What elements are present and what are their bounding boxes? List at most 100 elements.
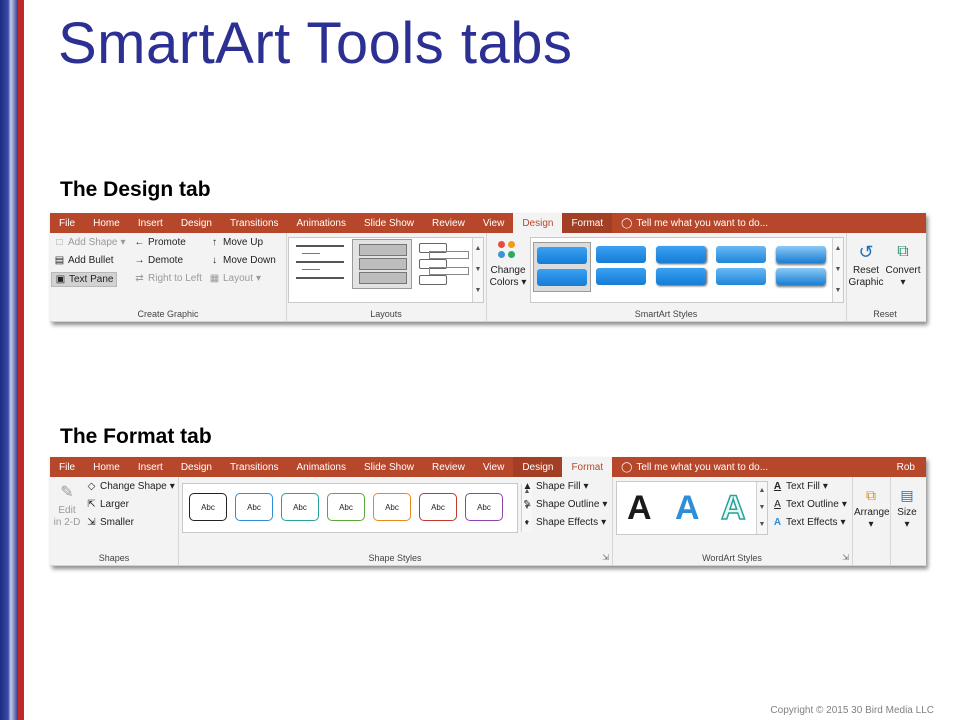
tab-design[interactable]: Design <box>172 213 221 233</box>
text-effects-button[interactable]: A Text Effects ▾ <box>772 517 846 528</box>
style-item-2[interactable] <box>593 242 649 290</box>
tab-insert[interactable]: Insert <box>129 213 172 233</box>
chevron-down-icon[interactable]: ▼ <box>757 499 767 516</box>
shape-style-item[interactable]: Abc <box>281 493 319 521</box>
reset-graphic-button[interactable]: ↺ Reset Graphic <box>848 239 884 289</box>
layout-item-bullet-list[interactable] <box>292 241 348 287</box>
format-ribbon-tabbar: File Home Insert Design Transitions Anim… <box>50 457 926 477</box>
demote-button[interactable]: → Demote <box>134 255 184 266</box>
tab-home[interactable]: Home <box>84 213 129 233</box>
shapes-group-label: Shapes <box>98 553 130 563</box>
tab-smartart-format[interactable]: Format <box>562 457 613 477</box>
tab-insert[interactable]: Insert <box>129 457 172 477</box>
shape-style-item[interactable]: Abc <box>373 493 411 521</box>
tab-smartart-format[interactable]: Format <box>562 213 613 233</box>
tab-animations[interactable]: Animations <box>288 213 355 233</box>
wordart-gallery: A A A ▲ ▼ ▼ <box>616 481 768 535</box>
style-item-1[interactable] <box>533 242 591 292</box>
move-up-button[interactable]: ↑ Move Up <box>209 237 263 248</box>
tab-home[interactable]: Home <box>84 457 129 477</box>
tab-animations[interactable]: Animations <box>288 457 355 477</box>
larger-label: Larger <box>100 499 129 510</box>
tab-transitions[interactable]: Transitions <box>221 457 288 477</box>
tab-view[interactable]: View <box>474 457 514 477</box>
text-effects-label: Text Effects <box>786 517 838 528</box>
style-item-3[interactable] <box>653 242 709 290</box>
add-shape-button[interactable]: □ Add Shape ▾ <box>54 237 125 248</box>
dialog-launcher-icon[interactable]: ⇲ <box>602 553 609 562</box>
tab-smartart-design[interactable]: Design <box>513 213 563 233</box>
smaller-icon: ⇲ <box>87 517 96 528</box>
tab-file[interactable]: File <box>50 213 84 233</box>
tab-design[interactable]: Design <box>172 457 221 477</box>
text-outline-button[interactable]: A Text Outline ▾ <box>772 499 847 510</box>
style-item-5[interactable] <box>773 242 829 290</box>
arrow-up-icon: ↑ <box>212 237 217 248</box>
edit-2d-label-2: in 2-D <box>53 517 81 528</box>
layout-item-tab-list[interactable] <box>415 241 473 287</box>
tell-me-box[interactable]: ◯ Tell me what you want to do... <box>612 457 777 477</box>
change-colors-button[interactable]: Change Colors ▾ <box>488 239 528 289</box>
layouts-gallery-scrollbar[interactable]: ▲ ▼ ▼ <box>472 238 483 302</box>
chevron-down-icon: ▾ <box>822 481 828 492</box>
layout-item-stacked-boxes[interactable] <box>352 239 412 289</box>
tab-smartart-design[interactable]: Design <box>513 457 563 477</box>
right-to-left-icon: ⇄ <box>135 273 144 284</box>
shape-style-item[interactable]: Abc <box>327 493 365 521</box>
text-fill-button[interactable]: A Text Fill ▾ <box>772 481 828 492</box>
edit-in-2d-button[interactable]: ✎ Edit in 2-D <box>52 481 82 529</box>
tab-view[interactable]: View <box>474 213 514 233</box>
wordart-style-outline[interactable]: A <box>720 488 746 528</box>
more-icon[interactable]: ▼ <box>757 516 767 533</box>
style-item-4[interactable] <box>713 242 769 290</box>
tab-transitions[interactable]: Transitions <box>221 213 288 233</box>
tab-file[interactable]: File <box>50 457 84 477</box>
size-button[interactable]: ▤ Size ▾ <box>892 483 922 531</box>
right-to-left-button[interactable]: ⇄ Right to Left <box>134 273 202 284</box>
chevron-up-icon[interactable]: ▲ <box>757 482 767 499</box>
move-down-button[interactable]: ↓ Move Down <box>209 255 276 266</box>
more-icon[interactable]: ▼ <box>833 280 843 301</box>
change-shape-button[interactable]: ◇ Change Shape ▾ <box>86 481 175 492</box>
convert-button[interactable]: ⧉ Convert ▾ <box>884 239 922 289</box>
user-name[interactable]: Rob <box>888 457 924 477</box>
larger-button[interactable]: ⇱ Larger <box>86 499 129 510</box>
wordart-styles-group-label: WordArt Styles <box>702 553 762 563</box>
promote-button[interactable]: ← Promote <box>134 237 186 248</box>
text-pane-button[interactable]: ▣ Text Pane <box>51 272 118 287</box>
chevron-down-icon: ▾ <box>868 519 874 530</box>
tab-review[interactable]: Review <box>423 213 474 233</box>
add-shape-label: Add Shape <box>68 237 118 248</box>
shape-fill-button[interactable]: ▲ Shape Fill ▾ <box>522 481 589 492</box>
dialog-launcher-icon[interactable]: ⇲ <box>842 553 849 562</box>
shape-style-item[interactable]: Abc <box>189 493 227 521</box>
tab-slide-show[interactable]: Slide Show <box>355 457 423 477</box>
size-label: Size <box>897 507 917 518</box>
wordart-style-blue[interactable]: A <box>675 488 700 528</box>
shape-outline-button[interactable]: ✎ Shape Outline ▾ <box>522 499 607 510</box>
chevron-down-icon[interactable]: ▼ <box>833 259 843 280</box>
layout-button[interactable]: ▦ Layout ▾ <box>209 273 261 284</box>
chevron-down-icon: ▾ <box>841 499 847 510</box>
styles-gallery-scrollbar[interactable]: ▲ ▼ ▼ <box>832 238 843 302</box>
size-group: ▤ Size ▾ <box>890 477 924 565</box>
shape-effects-button[interactable]: ◐ Shape Effects ▾ <box>522 517 606 528</box>
tell-me-text: Tell me what you want to do... <box>636 217 769 229</box>
chevron-up-icon[interactable]: ▲ <box>833 238 843 259</box>
shape-style-item[interactable]: Abc <box>465 493 503 521</box>
shape-style-item[interactable]: Abc <box>235 493 273 521</box>
smaller-button[interactable]: ⇲ Smaller <box>86 517 134 528</box>
chevron-up-icon[interactable]: ▲ <box>473 238 483 259</box>
tell-me-box[interactable]: ◯ Tell me what you want to do... <box>612 213 777 233</box>
add-bullet-button[interactable]: ▤ Add Bullet <box>54 255 114 266</box>
more-icon[interactable]: ▼ <box>473 280 483 301</box>
paint-bucket-icon: ▲ <box>522 481 533 492</box>
design-ribbon-body: □ Add Shape ▾ ▤ Add Bullet ▣ Text Pane ←… <box>50 233 926 322</box>
wordart-gallery-scrollbar[interactable]: ▲ ▼ ▼ <box>756 482 767 534</box>
tab-slide-show[interactable]: Slide Show <box>355 213 423 233</box>
chevron-down-icon[interactable]: ▼ <box>473 259 483 280</box>
shape-style-item[interactable]: Abc <box>419 493 457 521</box>
wordart-style-black[interactable]: A <box>627 488 652 528</box>
tab-review[interactable]: Review <box>423 457 474 477</box>
arrange-button[interactable]: ⧉ Arrange ▾ <box>854 483 890 531</box>
